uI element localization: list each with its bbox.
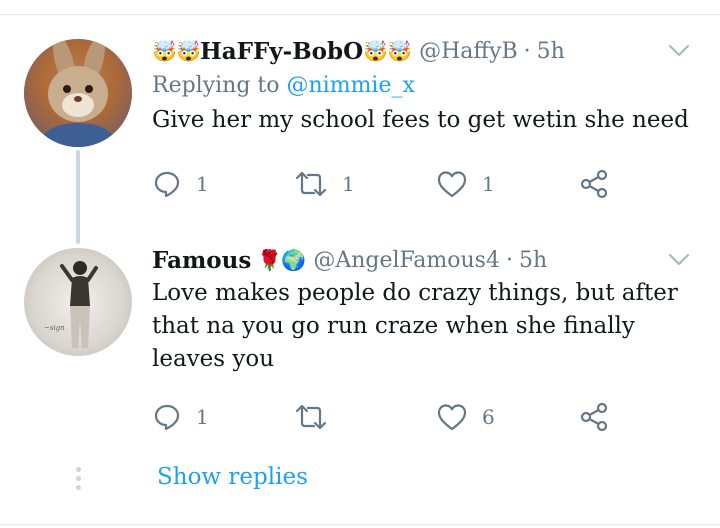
reply-icon <box>154 171 180 198</box>
user-handle[interactable]: @HaffyB <box>419 39 518 64</box>
share-button[interactable] <box>578 401 610 433</box>
emoji: 🌍 <box>281 248 307 272</box>
share-icon <box>580 402 608 432</box>
reply-button[interactable]: 1 <box>152 169 294 199</box>
top-divider <box>0 14 720 15</box>
emoji: 🤯 <box>176 39 201 63</box>
replying-to-prefix: Replying to <box>152 73 287 98</box>
tweet[interactable]: Famous 🌹 🌍 @AngelFamous4 · 5h Love makes… <box>152 243 692 376</box>
timestamp[interactable]: 5h <box>519 248 547 273</box>
like-button[interactable]: 1 <box>436 169 578 199</box>
tweet-actions: 1 1 1 <box>152 168 622 200</box>
reply-count: 1 <box>196 405 209 429</box>
emoji: 🤯 <box>363 39 389 63</box>
avatar-person-image: ~sign <box>44 261 98 348</box>
like-icon <box>437 171 467 198</box>
emoji: 🤯 <box>387 39 413 63</box>
retweet-icon <box>295 404 327 430</box>
reply-count: 1 <box>196 172 209 196</box>
chevron-down-icon[interactable] <box>668 253 690 267</box>
share-icon <box>580 169 608 199</box>
show-replies-link[interactable]: Show replies <box>157 464 308 490</box>
display-name[interactable]: HaFFy-BobO <box>200 38 363 65</box>
retweet-icon <box>295 171 327 197</box>
tweet-header: 🤯 🤯 HaFFy-BobO 🤯 🤯 @HaffyB · 5h <box>152 34 692 68</box>
display-name[interactable]: Famous <box>152 247 251 274</box>
replying-to: Replying to @nimmie_x <box>152 68 692 104</box>
separator-dot: · <box>523 38 531 64</box>
like-button[interactable]: 6 <box>436 402 578 432</box>
tweet-text: Give her my school fees to get wetin she… <box>152 107 689 133</box>
emoji: 🌹 <box>257 248 283 272</box>
share-button[interactable] <box>578 168 610 200</box>
tweet[interactable]: 🤯 🤯 HaFFy-BobO 🤯 🤯 @HaffyB · 5h Replying… <box>152 34 692 137</box>
mention-link[interactable]: @nimmie_x <box>287 73 415 98</box>
timestamp[interactable]: 5h <box>537 39 565 64</box>
tweet-header: Famous 🌹 🌍 @AngelFamous4 · 5h <box>152 243 692 277</box>
emoji: 🤯 <box>152 39 177 63</box>
avatar-rabbit-image <box>24 39 132 147</box>
separator-dot: · <box>505 247 513 273</box>
retweet-count: 1 <box>342 172 355 196</box>
retweet-button[interactable]: 1 <box>294 169 436 199</box>
user-handle[interactable]: @AngelFamous4 <box>313 248 500 273</box>
retweet-button[interactable] <box>294 402 436 432</box>
svg-text:~sign: ~sign <box>44 324 65 332</box>
tweet-text: Love makes people do crazy things, but a… <box>152 280 678 372</box>
tweet-actions: 1 6 <box>152 401 622 433</box>
thread-continuation-dots <box>75 467 81 493</box>
like-count: 6 <box>482 405 495 429</box>
chevron-down-icon[interactable] <box>668 44 690 58</box>
thread-connector-line <box>76 150 80 244</box>
bottom-divider <box>0 524 720 525</box>
like-count: 1 <box>482 172 495 196</box>
avatar[interactable] <box>24 39 132 147</box>
like-icon <box>437 404 467 431</box>
reply-button[interactable]: 1 <box>152 402 294 432</box>
reply-icon <box>154 404 180 431</box>
avatar[interactable]: ~sign <box>24 248 132 356</box>
